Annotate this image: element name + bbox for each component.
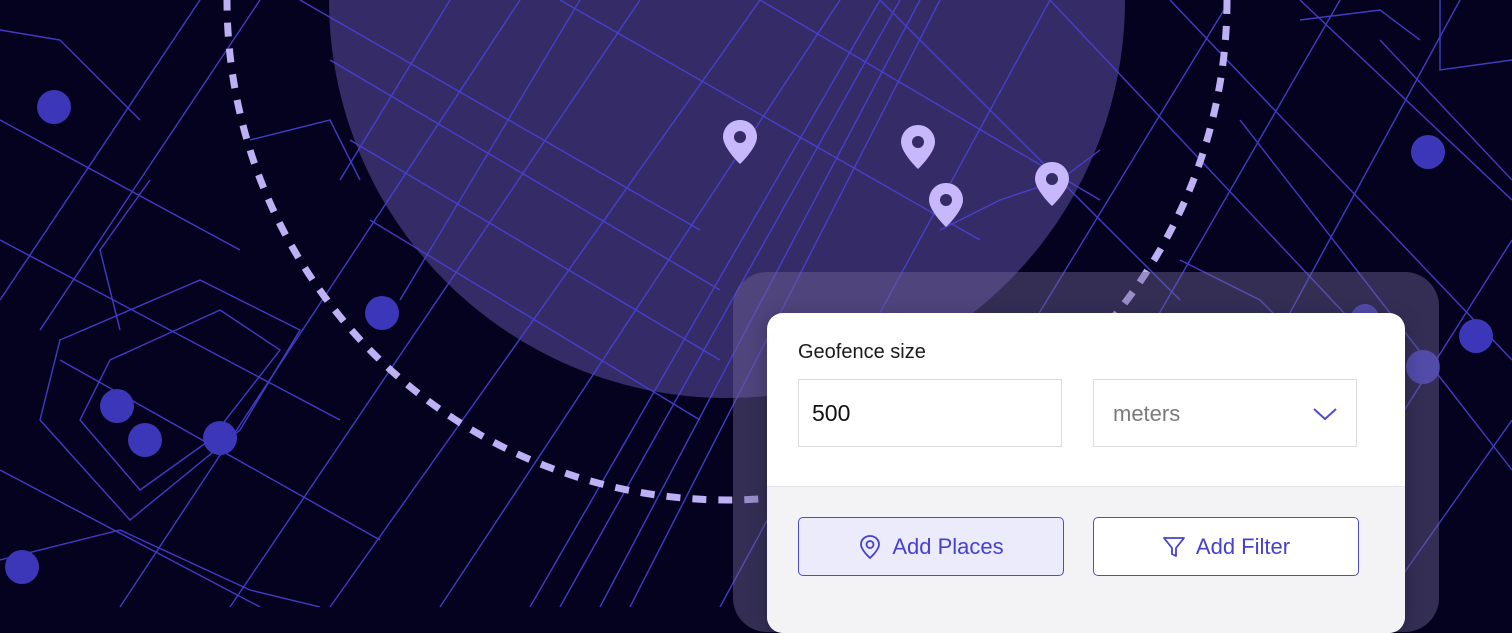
poi-dot xyxy=(365,296,399,330)
poi-dot xyxy=(100,389,134,423)
poi-dot xyxy=(1459,319,1493,353)
geofence-size-label: Geofence size xyxy=(798,341,926,363)
poi-dot xyxy=(5,550,39,584)
chevron-down-icon xyxy=(1312,406,1338,427)
filter-icon xyxy=(1162,535,1186,559)
poi-dot xyxy=(37,90,71,124)
add-places-button[interactable]: Add Places xyxy=(798,517,1064,576)
poi-dot xyxy=(203,421,237,455)
geofence-size-input[interactable] xyxy=(798,379,1062,447)
add-filter-button[interactable]: Add Filter xyxy=(1093,517,1359,576)
unit-selected-value: meters xyxy=(1113,401,1181,426)
geofence-settings-card: Geofence size meters Add Places Add Filt xyxy=(767,313,1405,633)
unit-dropdown[interactable]: meters xyxy=(1093,379,1357,447)
location-pin-icon xyxy=(858,534,882,560)
poi-dot xyxy=(128,423,162,457)
card-actions: Add Places Add Filter xyxy=(767,486,1405,633)
add-filter-label: Add Filter xyxy=(1195,533,1291,559)
add-places-label: Add Places xyxy=(892,533,1004,559)
poi-dot xyxy=(1411,135,1445,169)
